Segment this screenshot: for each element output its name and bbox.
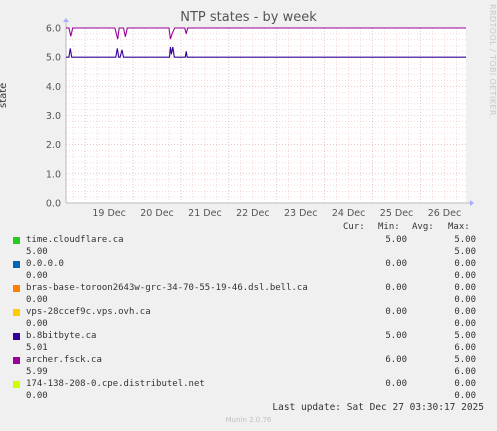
legend-value-max: 5.00	[454, 331, 476, 341]
legend-header-max: Max:	[448, 222, 470, 232]
legend-value-cur-2: 0.00	[26, 271, 48, 281]
legend-value-min: 0.00	[385, 379, 407, 389]
legend-value-max: 0.00	[454, 259, 476, 269]
legend-swatch	[13, 357, 20, 364]
y-axis-arrow	[63, 18, 69, 22]
x-tick-label: 22 Dec	[236, 208, 270, 219]
legend-swatch	[13, 381, 20, 388]
legend-value-cur: 5.00	[385, 235, 407, 245]
legend-value-max: 0.00	[454, 283, 476, 293]
legend-value-max-2: 6.00	[454, 343, 476, 353]
legend-value-max-2: 0.00	[454, 319, 476, 329]
legend-header-cur: Cur:	[343, 222, 365, 232]
legend-series-name: archer.fsck.ca	[26, 355, 102, 365]
y-tick-label: 0.0	[46, 199, 61, 210]
legend-series-name: 0.0.0.0	[26, 259, 64, 269]
legend-value-max-2: 5.00	[454, 247, 476, 257]
x-tick-label: 24 Dec	[332, 208, 366, 219]
legend-value-cur-2: 5.99	[26, 367, 48, 377]
legend-value-max-2: 0.00	[454, 391, 476, 401]
legend-value-cur-2: 5.00	[26, 247, 48, 257]
legend-series-name: b.8bitbyte.ca	[26, 331, 97, 341]
x-tick-label: 21 Dec	[188, 208, 222, 219]
x-tick-label: 26 Dec	[428, 208, 462, 219]
munin-version: Munin 2.0.76	[225, 416, 272, 424]
legend-value-min: 0.00	[385, 283, 407, 293]
ntp-states-chart: 0.0 1.0 2.0 3.0 4.0 5.0 6.0 19 Dec 20 Dec 21 Dec 2…	[46, 18, 474, 219]
legend-header-avg: Avg:	[412, 222, 434, 232]
y-tick-label: 3.0	[46, 111, 61, 122]
y-tick-label: 1.0	[46, 169, 61, 180]
legend-value-cur-2: 5.01	[26, 343, 48, 353]
legend-value-cur-2: 0.00	[26, 319, 48, 329]
legend-value-cur-2: 0.00	[26, 391, 48, 401]
x-tick-label: 19 Dec	[92, 208, 126, 219]
x-axis-arrow	[470, 200, 474, 206]
legend-series-name: time.cloudflare.ca	[26, 235, 124, 245]
legend-value-max-2: 0.00	[454, 271, 476, 281]
legend-value-max: 5.00	[454, 235, 476, 245]
legend-header-min: Min:	[378, 222, 400, 232]
legend-series-name: vps-28ccef9c.vps.ovh.ca	[26, 307, 151, 317]
y-tick-label: 2.0	[46, 140, 61, 151]
legend-value-cur: 5.00	[385, 331, 407, 341]
y-tick-label: 6.0	[46, 24, 61, 35]
legend-swatch	[13, 237, 20, 244]
legend-value-max-2: 6.00	[454, 367, 476, 377]
legend-series-name: bras-base-toroon2643w-grc-34-70-55-19-46…	[26, 283, 308, 293]
y-tick-label: 4.0	[46, 82, 61, 93]
legend-series-name: 174-138-208-0.cpe.distributel.net	[26, 379, 205, 389]
legend-value-max-2: 0.00	[454, 295, 476, 305]
x-tick-label: 23 Dec	[284, 208, 318, 219]
legend-swatch	[13, 333, 20, 340]
legend-value-min: 0.00	[385, 259, 407, 269]
legend-swatch	[13, 309, 20, 316]
legend-value-cur-2: 0.00	[26, 295, 48, 305]
legend-value-max: 5.00	[454, 355, 476, 365]
legend-value-max: 0.00	[454, 307, 476, 317]
x-tick-label: 20 Dec	[140, 208, 174, 219]
last-update: Last update: Sat Dec 27 03:30:17 2025	[272, 402, 484, 413]
legend-swatch	[13, 285, 20, 292]
x-tick-label: 25 Dec	[380, 208, 414, 219]
legend-value-min: 0.00	[385, 307, 407, 317]
legend-value-max: 0.00	[454, 379, 476, 389]
legend-value-cur: 6.00	[385, 355, 407, 365]
y-tick-label: 5.0	[46, 53, 61, 64]
legend-swatch	[13, 261, 20, 268]
